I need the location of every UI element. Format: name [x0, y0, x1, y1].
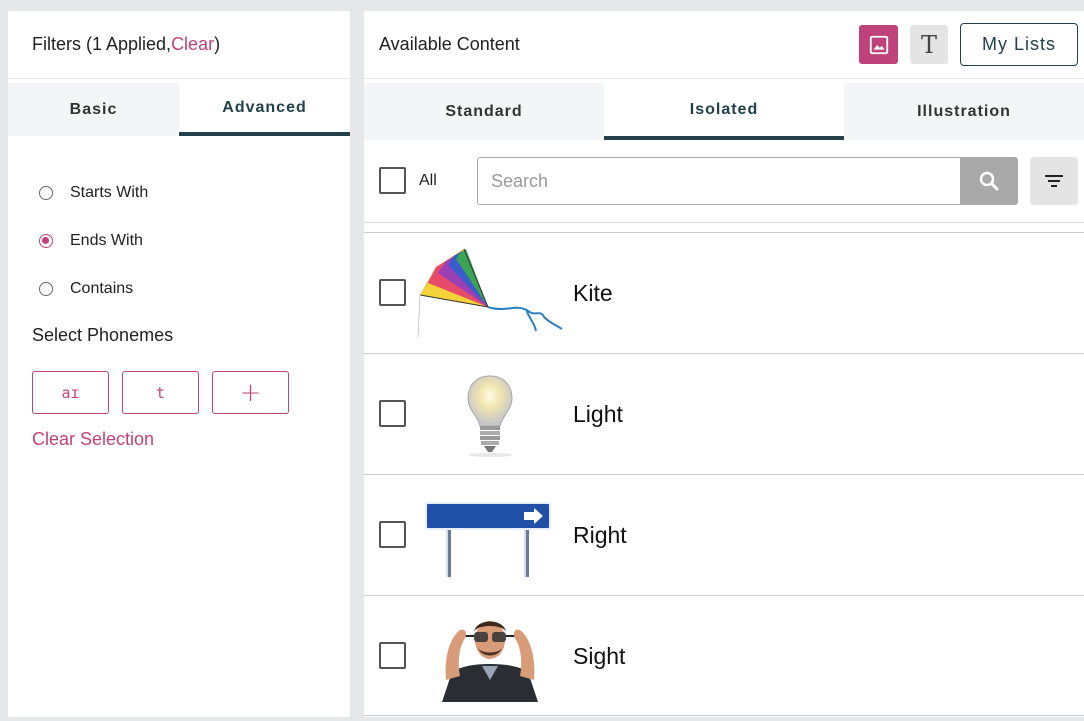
- filters-title-suffix: ): [214, 34, 221, 54]
- item-checkbox[interactable]: [379, 642, 406, 669]
- contains-radio[interactable]: [39, 282, 53, 296]
- phoneme-chips: aɪ t +: [32, 371, 289, 414]
- sort-filter-button[interactable]: [1030, 157, 1078, 205]
- ends-with-label: Ends With: [70, 232, 143, 249]
- search-button[interactable]: [960, 157, 1018, 205]
- option-ends-with[interactable]: Ends With: [39, 217, 148, 265]
- starts-with-label: Starts With: [70, 184, 149, 201]
- tab-standard[interactable]: Standard: [364, 83, 604, 140]
- tab-advanced[interactable]: Advanced: [179, 83, 350, 136]
- starts-with-radio[interactable]: [39, 186, 53, 200]
- content-header: Available Content T My Lists: [364, 11, 1084, 79]
- divider: [364, 222, 1084, 223]
- search-row: All: [364, 157, 1084, 205]
- text-format-icon: T: [920, 30, 937, 59]
- my-lists-button[interactable]: My Lists: [960, 23, 1078, 66]
- filter-tabs: Basic Advanced: [8, 83, 350, 136]
- man-with-glasses-image: [416, 610, 564, 702]
- content-panel: Available Content T My Lists Standard Is…: [364, 11, 1084, 717]
- item-checkbox[interactable]: [379, 521, 406, 548]
- tab-isolated[interactable]: Isolated: [604, 83, 844, 140]
- phoneme-chip-t[interactable]: t: [122, 371, 199, 414]
- list-item-light[interactable]: Light: [364, 353, 1084, 474]
- content-list: Kite Light Right Sight: [364, 232, 1084, 716]
- tab-basic[interactable]: Basic: [8, 83, 179, 136]
- filter-list-icon: [1045, 175, 1063, 187]
- content-tabs: Standard Isolated Illustration: [364, 83, 1084, 140]
- item-checkbox[interactable]: [379, 279, 406, 306]
- item-label: Right: [573, 522, 627, 548]
- filters-header: Filters (1 Applied, Clear): [8, 11, 350, 79]
- item-label: Light: [573, 401, 623, 427]
- item-label: Kite: [573, 280, 613, 306]
- ends-with-radio[interactable]: [39, 234, 53, 248]
- clear-filters-link[interactable]: Clear: [171, 34, 214, 55]
- list-item-kite[interactable]: Kite: [364, 232, 1084, 353]
- item-checkbox[interactable]: [379, 400, 406, 427]
- option-starts-with[interactable]: Starts With: [39, 169, 148, 217]
- select-all-checkbox[interactable]: [379, 167, 406, 194]
- kite-image: [416, 247, 564, 339]
- item-label: Sight: [573, 643, 626, 669]
- right-arrow-sign-image: [416, 489, 564, 581]
- add-phoneme-button[interactable]: +: [212, 371, 289, 414]
- image-view-button[interactable]: [859, 25, 898, 64]
- content-title: Available Content: [379, 34, 520, 54]
- list-item-sight[interactable]: Sight: [364, 595, 1084, 716]
- text-view-button[interactable]: T: [910, 25, 948, 64]
- list-item-right[interactable]: Right: [364, 474, 1084, 595]
- filters-panel: Filters (1 Applied, Clear) Basic Advance…: [8, 11, 350, 717]
- contains-label: Contains: [70, 280, 134, 297]
- filters-title: Filters (1 Applied,: [32, 34, 172, 54]
- phoneme-chip-ai[interactable]: aɪ: [32, 371, 109, 414]
- option-contains[interactable]: Contains: [39, 265, 148, 313]
- select-all-label: All: [419, 172, 437, 189]
- search-input[interactable]: [477, 157, 961, 205]
- tab-illustration[interactable]: Illustration: [844, 83, 1084, 140]
- select-phonemes-heading: Select Phonemes: [32, 325, 174, 345]
- light-bulb-image: [416, 368, 564, 460]
- image-icon: [869, 35, 888, 54]
- match-options: Starts With Ends With Contains: [39, 169, 148, 313]
- search-icon: [979, 171, 999, 191]
- clear-selection-link[interactable]: Clear Selection: [32, 429, 154, 450]
